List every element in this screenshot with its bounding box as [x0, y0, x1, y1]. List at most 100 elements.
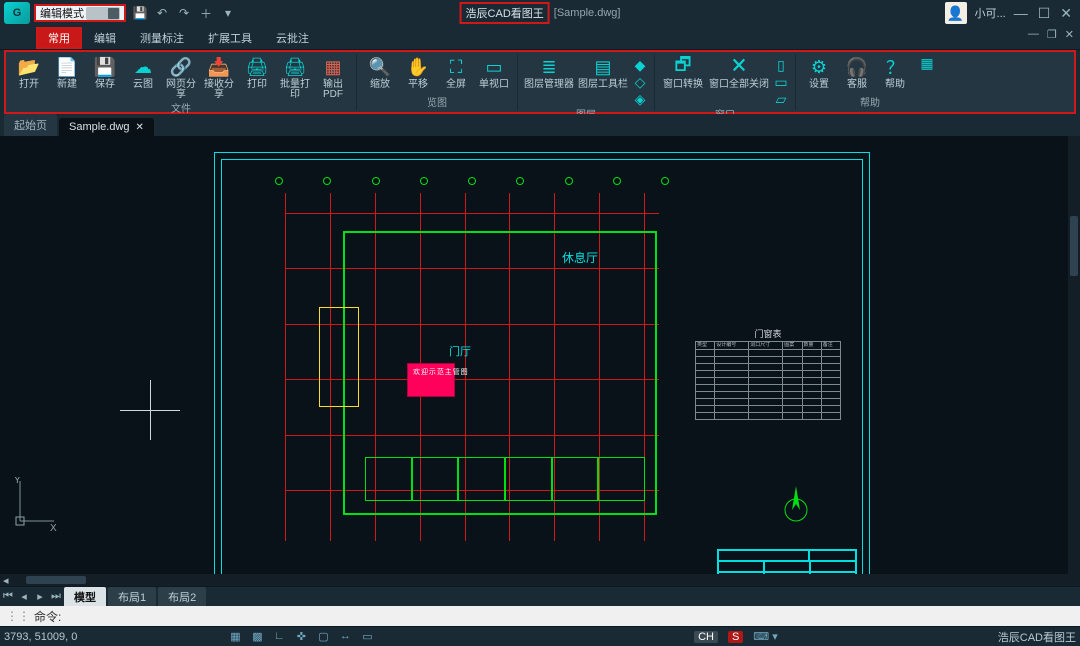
user-avatar[interactable]: 👤: [945, 2, 967, 24]
plus-icon[interactable]: ＋: [198, 5, 214, 21]
mode-label: 编辑模式: [40, 5, 84, 21]
drawing-area[interactable]: YX: [0, 136, 1080, 574]
doc-restore-button[interactable]: ❐: [1047, 28, 1057, 41]
close-tab-icon[interactable]: ✕: [136, 122, 144, 133]
window-switch-button[interactable]: 🗗窗口转换: [659, 54, 707, 90]
title-block: [717, 549, 857, 574]
support-button[interactable]: 🎧客服: [838, 54, 876, 90]
grid-icon[interactable]: ▩: [249, 630, 265, 643]
ime-more-icon[interactable]: ⌨ ▾: [753, 630, 777, 643]
layer-toolbar-button[interactable]: ▤图层工具栏: [576, 54, 630, 90]
maximize-button[interactable]: ☐: [1038, 5, 1051, 22]
undo-icon[interactable]: ↶: [154, 5, 170, 21]
crosshair-cursor: [120, 380, 180, 440]
highlight-box: [407, 363, 455, 397]
status-bar: 3793, 51009, 0 ▦ ▩ ∟ ✜ ▢ ↔ ▭ CH S ⌨ ▾ 浩辰…: [0, 626, 1080, 646]
otrack-icon[interactable]: ↔: [337, 630, 353, 643]
vertical-scrollbar[interactable]: [1068, 136, 1080, 574]
layout-next[interactable]: ▸: [32, 590, 48, 603]
win-small-1[interactable]: ▯: [771, 56, 791, 72]
window-closeall-button[interactable]: 🗙窗口全部关闭: [707, 54, 771, 90]
save-button[interactable]: 💾保存: [86, 54, 124, 90]
menu-cloud[interactable]: 云批注: [264, 27, 321, 49]
layers-icon: ≣: [536, 56, 562, 78]
pdf-icon: ▦: [320, 56, 346, 78]
gear-icon: ⚙: [806, 56, 832, 78]
layer-small-1[interactable]: ◆: [630, 56, 650, 72]
horizontal-scrollbar[interactable]: ◂: [0, 574, 1080, 586]
win-small-3[interactable]: ▱: [771, 90, 791, 106]
webshare-button[interactable]: 🔗网页分享: [162, 54, 200, 100]
ucs-icon: YX: [14, 477, 58, 534]
brand-label: 浩辰CAD看图王: [998, 629, 1076, 645]
redo-icon[interactable]: ↷: [176, 5, 192, 21]
zoom-button[interactable]: 🔍缩放: [361, 54, 399, 90]
doc-minimize-button[interactable]: —: [1028, 28, 1039, 41]
layer-mini-icon: ◆: [631, 58, 649, 72]
save-icon[interactable]: 💾: [132, 5, 148, 21]
layer-mini-icon: ◈: [631, 92, 649, 106]
win-mini-icon: ▭: [772, 75, 790, 89]
print-button[interactable]: 🖨打印: [238, 54, 276, 90]
layer-small-3[interactable]: ◈: [630, 90, 650, 106]
layout-1[interactable]: 布局1: [108, 587, 156, 607]
layout-next2[interactable]: ⏭: [48, 590, 64, 603]
command-line[interactable]: ⋮⋮ 命令:: [0, 606, 1080, 626]
minimize-button[interactable]: —: [1014, 5, 1028, 22]
building-outline: [345, 233, 655, 513]
settings-button[interactable]: ⚙设置: [800, 54, 838, 90]
help-icon: ？: [882, 56, 908, 78]
menu-common[interactable]: 常用: [36, 27, 82, 49]
export-pdf-button[interactable]: ▦输出PDF: [314, 54, 352, 100]
coords-readout: 3793, 51009, 0: [4, 631, 77, 643]
snap-icon[interactable]: ▦: [227, 630, 243, 643]
viewport-icon: ▭: [481, 56, 507, 78]
pan-button[interactable]: ✋平移: [399, 54, 437, 90]
win-small-2[interactable]: ▭: [771, 73, 791, 89]
north-arrow: [781, 479, 809, 523]
help-extra[interactable]: ▦: [914, 54, 940, 70]
tab-sample[interactable]: Sample.dwg✕: [59, 118, 154, 136]
dropdown-icon[interactable]: ▾: [220, 5, 236, 21]
open-button[interactable]: 📂打开: [10, 54, 48, 90]
layout-tabs: ⏮ ◂ ▸ ⏭ 模型 布局1 布局2: [0, 586, 1080, 606]
ortho-icon[interactable]: ∟: [271, 630, 287, 643]
print-icon: 🖨: [244, 56, 270, 78]
edit-mode-toggle[interactable]: 编辑模式: [34, 4, 126, 22]
ime-badge[interactable]: CH: [694, 631, 718, 643]
layer-small-2[interactable]: ◇: [630, 73, 650, 89]
menu-edit[interactable]: 编辑: [82, 27, 128, 49]
lwt-icon[interactable]: ▭: [359, 630, 375, 643]
menu-measure[interactable]: 测量标注: [128, 27, 196, 49]
osnap-icon[interactable]: ▢: [315, 630, 331, 643]
menu-extend[interactable]: 扩展工具: [196, 27, 264, 49]
tab-start[interactable]: 起始页: [4, 114, 57, 136]
layout-2[interactable]: 布局2: [158, 587, 206, 607]
app-name: 浩辰CAD看图王: [460, 2, 550, 24]
batch-print-button[interactable]: 🖨批量打印: [276, 54, 314, 100]
layout-prev[interactable]: ⏮: [0, 590, 16, 603]
layer-manager-button[interactable]: ≣图层管理器: [522, 54, 576, 90]
cmd-prompt: 命令:: [34, 608, 61, 625]
help-button[interactable]: ？帮助: [876, 54, 914, 90]
group-label-view: 览图: [361, 94, 513, 110]
new-button[interactable]: 📄新建: [48, 54, 86, 90]
viewport-button[interactable]: ▭单视口: [475, 54, 513, 90]
receive-button[interactable]: 📥接收分享: [200, 54, 238, 100]
fullscreen-button[interactable]: ⛶全屏: [437, 54, 475, 90]
window-title: 浩辰CAD看图王 [Sample.dwg]: [460, 2, 621, 24]
doc-close-button[interactable]: ✕: [1065, 28, 1074, 41]
layout-model[interactable]: 模型: [64, 587, 106, 607]
toggle-switch[interactable]: [86, 7, 120, 20]
file-plus-icon: 📄: [54, 56, 80, 78]
layout-prev2[interactable]: ◂: [16, 590, 32, 603]
polar-icon[interactable]: ✜: [293, 630, 309, 643]
document-tabs: 起始页 Sample.dwg✕: [0, 114, 1080, 136]
cloud-button[interactable]: ☁云图: [124, 54, 162, 90]
svg-text:Y: Y: [14, 477, 21, 486]
win-mini-icon: ▯: [772, 58, 790, 72]
close-button[interactable]: ✕: [1060, 5, 1072, 22]
fullscreen-icon: ⛶: [443, 56, 469, 78]
highlight-label: 欢 迎 示 范 主 管 图: [413, 367, 467, 377]
sogou-badge[interactable]: S: [728, 631, 743, 643]
